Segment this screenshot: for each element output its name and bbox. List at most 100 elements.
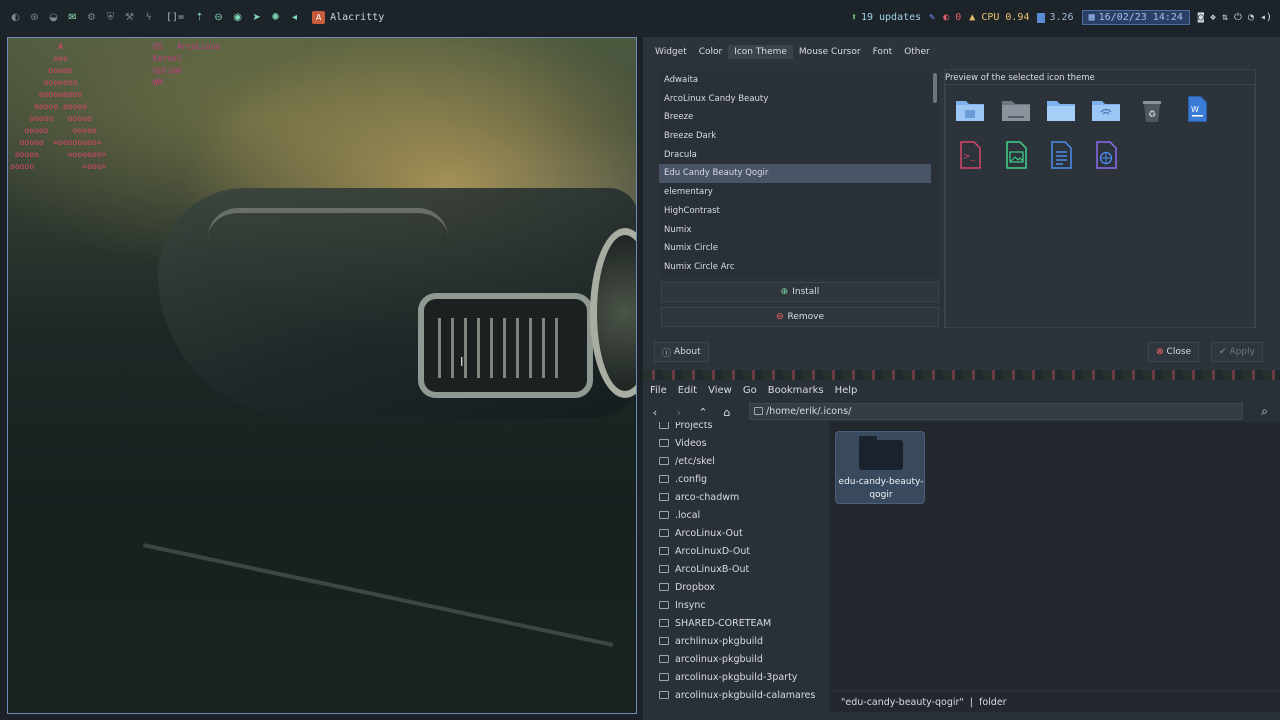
close-label: Close bbox=[1166, 347, 1192, 357]
search-icon[interactable]: ⌕ bbox=[1261, 404, 1268, 419]
install-icon: ⊕ bbox=[780, 287, 789, 297]
file-view[interactable]: edu-candy-beauty- qogir bbox=[829, 422, 1280, 690]
text-file-icon bbox=[1051, 141, 1072, 169]
wrench-icon[interactable]: ⚒ bbox=[121, 9, 138, 26]
tab-color[interactable]: Color bbox=[693, 45, 729, 59]
menu-help[interactable]: Help bbox=[835, 385, 858, 396]
cpu-indicator: ▲ CPU 0.94 bbox=[969, 12, 1029, 23]
menu-bar: File Edit View Go Bookmarks Help bbox=[643, 380, 1280, 400]
alacritty-icon: A bbox=[312, 11, 326, 24]
updates-label: 19 updates bbox=[860, 12, 922, 23]
tag-5-icon[interactable]: ⚙ bbox=[83, 9, 100, 26]
theme-list-scrollbar[interactable] bbox=[931, 71, 939, 277]
back-button[interactable]: ‹ bbox=[643, 402, 667, 422]
folder-icon bbox=[659, 511, 669, 519]
mail-icon[interactable]: ✉ bbox=[64, 9, 81, 26]
sidebar-item[interactable]: ArcoLinuxD-Out bbox=[643, 542, 829, 560]
settings-icon[interactable]: ✺ bbox=[267, 9, 284, 26]
icon-theme-list[interactable]: Adwaita ArcoLinux Candy Beauty Breeze Br… bbox=[659, 71, 931, 277]
sidebar-item[interactable]: Dropbox bbox=[643, 578, 829, 596]
tag-1-icon[interactable]: ◐ bbox=[7, 9, 24, 26]
close-button[interactable]: ⊗ Close bbox=[1148, 342, 1200, 362]
theme-item[interactable]: Numix Circle bbox=[659, 239, 931, 258]
install-button[interactable]: ⊕ Install bbox=[661, 282, 939, 302]
sidebar-item[interactable]: arco-chadwm bbox=[643, 488, 829, 506]
calendar-icon: ▦ bbox=[1088, 12, 1095, 23]
telegram-icon[interactable]: ➤ bbox=[248, 9, 265, 26]
folder-icon bbox=[659, 691, 669, 699]
tab-widget[interactable]: Widget bbox=[649, 45, 693, 59]
file-name-line: edu-candy-beauty- bbox=[838, 477, 924, 487]
network-icon[interactable]: ⇅ bbox=[1222, 12, 1228, 23]
theme-item[interactable]: HighContrast bbox=[659, 202, 931, 221]
alacritty-terminal[interactable]: A ooo ooooo ooooooo ooooooooo ooooo oooo… bbox=[7, 37, 637, 714]
theme-item[interactable]: Breeze Dark bbox=[659, 127, 931, 146]
sidebar-item[interactable]: ArcoLinux-Out bbox=[643, 524, 829, 542]
browser-icon[interactable]: ◉ bbox=[229, 9, 246, 26]
wifi-icon[interactable]: ◔ bbox=[1248, 12, 1254, 23]
file-item-selected[interactable]: edu-candy-beauty- qogir bbox=[835, 431, 925, 504]
spotify-icon[interactable]: ⊖ bbox=[210, 9, 227, 26]
tab-other[interactable]: Other bbox=[898, 45, 936, 59]
about-button[interactable]: ⓘ About bbox=[654, 342, 709, 362]
theme-item[interactable]: Numix Circle Arc bbox=[659, 258, 931, 277]
sidebar-label: ArcoLinux-Out bbox=[675, 527, 743, 539]
home-button[interactable]: ⌂ bbox=[715, 402, 739, 422]
theme-item-selected[interactable]: Edu Candy Beauty Qogir bbox=[659, 164, 931, 184]
theme-item[interactable]: ArcoLinux Candy Beauty bbox=[659, 90, 931, 109]
camera-icon[interactable]: ◙ bbox=[1198, 12, 1204, 23]
theme-item[interactable]: Adwaita bbox=[659, 71, 931, 90]
theme-item[interactable]: Dracula bbox=[659, 146, 931, 165]
volume-icon[interactable]: ◂) bbox=[1260, 12, 1272, 23]
location-bar[interactable]: /home/erik/.icons/ bbox=[749, 403, 1243, 420]
bolt-icon[interactable]: ϟ bbox=[140, 9, 157, 26]
tab-mouse-cursor[interactable]: Mouse Cursor bbox=[793, 45, 867, 59]
remove-button[interactable]: ⊖ Remove bbox=[661, 307, 939, 327]
tab-font[interactable]: Font bbox=[867, 45, 899, 59]
notification-counter[interactable]: ◐ 0 bbox=[943, 12, 961, 23]
sidebar-item[interactable]: SHARED-CORETEAM bbox=[643, 614, 829, 632]
tag-6-icon[interactable]: ⛨ bbox=[102, 9, 119, 26]
sidebar-item[interactable]: arcolinux-pkgbuild-calamares bbox=[643, 686, 829, 704]
tag-3-icon[interactable]: ◒ bbox=[45, 9, 62, 26]
svg-text:>_: >_ bbox=[963, 152, 976, 162]
sidebar-label: arcolinux-pkgbuild-3party bbox=[675, 671, 798, 683]
sidebar-item[interactable]: arcolinux-pkgbuild bbox=[643, 650, 829, 668]
tag-2-icon[interactable]: ⊛ bbox=[26, 9, 43, 26]
launcher-icon[interactable]: ⇡ bbox=[191, 9, 208, 26]
updates-indicator[interactable]: ⬆ 19 updates bbox=[851, 12, 921, 23]
menu-file[interactable]: File bbox=[650, 385, 667, 396]
scrollbar-thumb[interactable] bbox=[933, 73, 937, 103]
up-button[interactable]: ⌃ bbox=[691, 402, 715, 422]
toolbar: ‹ › ⌃ ⌂ /home/erik/.icons/ ⌕ bbox=[643, 401, 1280, 423]
sidebar-item[interactable]: .local bbox=[643, 506, 829, 524]
forward-button[interactable]: › bbox=[667, 402, 691, 422]
volume-launcher-icon[interactable]: ◂ bbox=[286, 9, 303, 26]
theme-item[interactable]: Numix bbox=[659, 221, 931, 240]
theme-item[interactable]: Breeze bbox=[659, 108, 931, 127]
sidebar-item[interactable]: Projects bbox=[643, 422, 829, 434]
cpu-label: CPU bbox=[981, 12, 1000, 23]
tab-icon-theme[interactable]: Icon Theme bbox=[728, 45, 793, 59]
power-icon[interactable]: ⏻ bbox=[1234, 12, 1242, 23]
dropbox-icon[interactable]: ❖ bbox=[1210, 12, 1216, 23]
memory-indicator: 3.26 bbox=[1037, 12, 1074, 23]
cpu-value: 0.94 bbox=[1005, 12, 1030, 23]
sidebar-item[interactable]: archlinux-pkgbuild bbox=[643, 632, 829, 650]
pen-icon[interactable]: ✎ bbox=[929, 12, 935, 23]
menu-go[interactable]: Go bbox=[743, 385, 757, 396]
sidebar-item[interactable]: ArcoLinuxB-Out bbox=[643, 560, 829, 578]
menu-bookmarks[interactable]: Bookmarks bbox=[768, 385, 824, 396]
sidebar-item[interactable]: Videos bbox=[643, 434, 829, 452]
sidebar-item[interactable]: /etc/skel bbox=[643, 452, 829, 470]
sidebar-item[interactable]: arcolinux-pkgbuild-3party bbox=[643, 668, 829, 686]
menu-edit[interactable]: Edit bbox=[678, 385, 697, 396]
remove-label: Remove bbox=[787, 312, 825, 322]
sidebar-item[interactable]: Insync bbox=[643, 596, 829, 614]
theme-item[interactable]: elementary bbox=[659, 183, 931, 202]
menu-view[interactable]: View bbox=[708, 385, 732, 396]
layout-indicator[interactable]: []= bbox=[166, 12, 184, 23]
sidebar-item[interactable]: .config bbox=[643, 470, 829, 488]
apply-button[interactable]: ✔ Apply bbox=[1211, 342, 1263, 362]
clock[interactable]: ▦ 16/02/23 14:24 bbox=[1081, 10, 1190, 25]
